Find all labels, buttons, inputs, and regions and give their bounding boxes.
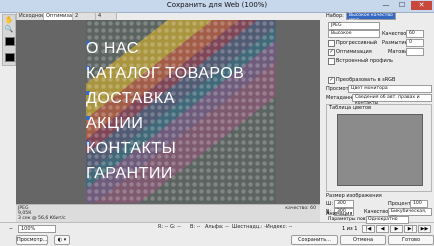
download-time: 3 сек @ 56,6 Кбит/с — [18, 216, 66, 221]
width-row: Ш: 300 Процент: 100 — [326, 200, 432, 208]
image-preview-area[interactable]: О НАС КАТАЛОГ ТОВАРОВ ДОСТАВКА АКЦИИ КОН… — [16, 20, 320, 214]
quality-row: Высокое Качество: 60 — [326, 30, 432, 38]
hex-readout: Шестнадц.: -- — [232, 224, 268, 230]
background-color-swatch[interactable] — [5, 53, 15, 62]
first-frame-button[interactable]: |◀ — [362, 225, 375, 233]
hand-tool-icon[interactable]: ✋ — [4, 16, 14, 25]
zoom-tool-icon[interactable]: 🔍 — [4, 25, 14, 34]
browser-select-button[interactable]: ◐ ▾ — [54, 235, 70, 245]
done-button[interactable]: Готово — [388, 235, 434, 245]
settings-panel: Набор: Высокое качество JPEG JPEG Высоко… — [324, 12, 434, 222]
menu-item-promotions: АКЦИИ — [86, 115, 144, 132]
preset-label: Набор: — [326, 13, 344, 19]
tools-palette: ✋ 🔍 — [2, 14, 16, 66]
last-frame-button[interactable]: ▶▶ — [418, 225, 431, 233]
metadata-row: Метаданные: Сведения об авт. правах и ко… — [326, 94, 432, 106]
cancel-button[interactable]: Отмена — [340, 235, 386, 245]
preview-button[interactable]: Просмотр... — [16, 235, 48, 245]
preview-image: О НАС КАТАЛОГ ТОВАРОВ ДОСТАВКА АКЦИИ КОН… — [86, 20, 276, 203]
menu-item-about: О НАС — [86, 40, 139, 57]
minimize-button[interactable]: — — [378, 1, 394, 10]
format-select[interactable]: JPEG — [328, 22, 380, 30]
convert-srgb-row: ✓ Преобразовать в sRGB — [326, 76, 432, 84]
color-table-grid[interactable] — [337, 114, 423, 186]
progressive-label: Прогрессивный — [336, 40, 378, 46]
format-row: JPEG — [326, 22, 432, 30]
quality-label: Качество: — [382, 31, 408, 37]
color-table: Таблица цветов — [326, 104, 432, 192]
preset-row: Набор: Высокое качество JPEG — [326, 12, 432, 24]
image-size-row: Размер изображения — [326, 192, 432, 200]
menu-item-catalog: КАТАЛОГ ТОВАРОВ — [86, 65, 245, 82]
index-readout: Индекс: -- — [266, 224, 293, 230]
loop-select[interactable]: Однократно — [366, 216, 409, 224]
quality-input[interactable]: 60 — [406, 30, 424, 38]
prev-frame-button[interactable]: ◀ — [376, 225, 389, 233]
optimized-row: ✓ Оптимизация Матовый: — [326, 48, 432, 56]
percent-label: Процент: — [388, 201, 413, 207]
embed-profile-row: Встроенный профиль — [326, 57, 432, 65]
embed-profile-checkbox[interactable] — [328, 58, 335, 65]
width-label: Ш: — [326, 201, 334, 207]
maximize-button[interactable]: ☐ — [394, 1, 410, 10]
metadata-select[interactable]: Сведения об авт. правах и контакты — [352, 94, 432, 106]
zoom-level-select[interactable]: 100% — [18, 225, 56, 233]
resample-select[interactable]: Бикубическая, ре... — [388, 208, 432, 220]
progressive-row: Прогрессивный Размытие: 0 — [326, 39, 432, 47]
play-button[interactable]: ▶ — [390, 225, 403, 233]
red-readout: R: -- — [158, 224, 169, 230]
green-readout: G: -- — [170, 224, 181, 230]
zoom-out-icon[interactable]: – — [8, 225, 14, 232]
preview-mode-select[interactable]: Цвет монитора — [348, 85, 432, 93]
quality-readout: качество: 60 — [285, 206, 316, 211]
convert-srgb-label: Преобразовать в sRGB — [336, 77, 396, 83]
preview-mode-row: Просмотр: Цвет монитора — [326, 85, 432, 93]
dialog-buttons: Просмотр... ◐ ▾ Сохранить... Отмена Гото… — [0, 233, 434, 246]
percent-input[interactable]: 100 — [410, 200, 428, 208]
optimized-label: Оптимизация — [336, 49, 372, 55]
width-input[interactable]: 300 — [334, 200, 354, 208]
blur-input[interactable]: 0 — [406, 39, 424, 47]
matte-select[interactable] — [406, 48, 424, 56]
progressive-checkbox[interactable] — [328, 40, 335, 47]
preset-select[interactable]: Высокое качество JPEG — [346, 12, 396, 24]
tab-4-up[interactable]: 4 варианта — [95, 12, 123, 26]
menu-item-warranty: ГАРАНТИИ — [86, 165, 173, 182]
quality-level-select[interactable]: Высокое — [328, 30, 380, 38]
image-size-label: Размер изображения — [326, 193, 382, 199]
optimized-checkbox[interactable]: ✓ — [328, 49, 335, 56]
next-frame-button[interactable]: ▶| — [404, 225, 417, 233]
window-title: Сохранить для Web (100%) — [166, 1, 268, 9]
embed-profile-label: Встроенный профиль — [336, 58, 393, 64]
foreground-color-swatch[interactable] — [5, 37, 15, 46]
save-button[interactable]: Сохранить... — [291, 235, 338, 245]
color-table-label: Таблица цветов — [329, 105, 372, 111]
frame-counter: 1 из 1 — [342, 226, 358, 232]
alpha-readout: Альфа: -- — [205, 224, 229, 230]
menu-item-contacts: КОНТАКТЫ — [86, 140, 177, 157]
convert-srgb-checkbox[interactable]: ✓ — [328, 77, 335, 84]
resample-label: Качество: — [364, 209, 390, 215]
menu-item-delivery: ДОСТАВКА — [86, 90, 175, 107]
close-button[interactable]: ✕ — [411, 1, 432, 10]
save-for-web-window: Сохранить для Web (100%) — ☐ ✕ ✋ 🔍 Исход… — [0, 0, 434, 246]
preview-info-bar: JPEG 9,05К 3 сек @ 56,6 Кбит/с качество:… — [16, 204, 320, 222]
blue-readout: B: -- — [190, 224, 201, 230]
